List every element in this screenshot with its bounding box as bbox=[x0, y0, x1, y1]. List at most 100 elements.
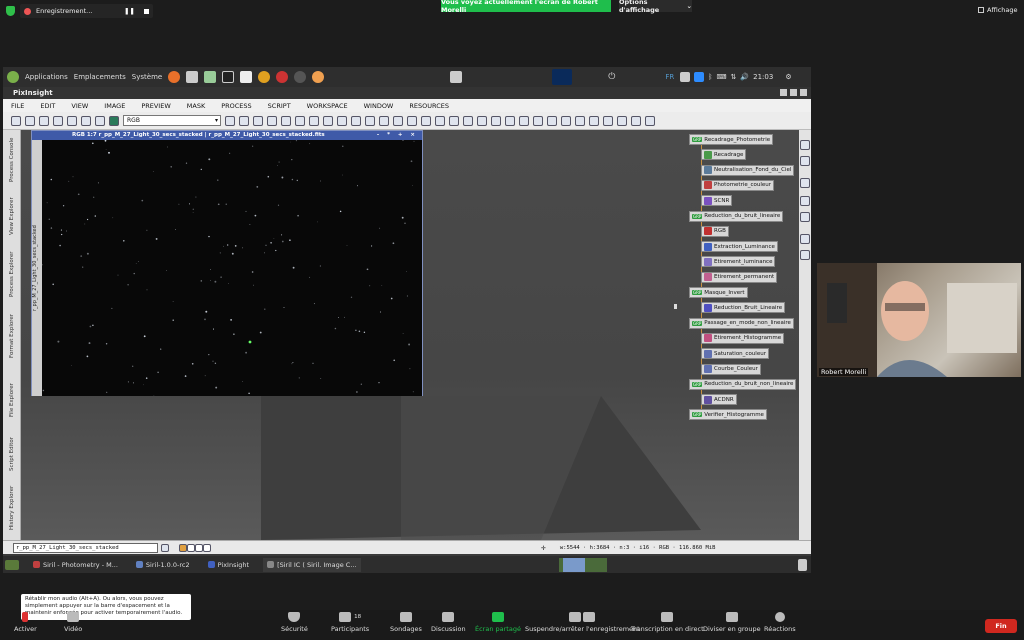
tool-icon[interactable] bbox=[575, 115, 585, 126]
tool-icon[interactable] bbox=[281, 115, 291, 126]
tool-icon[interactable] bbox=[81, 115, 91, 126]
process-icon[interactable]: Etirement_luminance bbox=[701, 256, 776, 268]
zoom-out-icon[interactable] bbox=[379, 115, 389, 126]
tool-icon[interactable] bbox=[533, 115, 543, 126]
tool-icon[interactable] bbox=[617, 115, 627, 126]
undo-icon[interactable] bbox=[11, 115, 21, 126]
volume-icon[interactable]: 🔊 bbox=[740, 73, 749, 81]
process-icon[interactable]: Reduction_Bruit_Lineaire bbox=[701, 302, 786, 314]
expand-icon[interactable] bbox=[253, 115, 263, 126]
terminal-icon[interactable] bbox=[222, 71, 235, 83]
process-icon[interactable]: Saturation_couleur bbox=[701, 348, 769, 360]
unmute-button[interactable]: Activer bbox=[14, 612, 37, 633]
tab-process-console[interactable]: Process Console bbox=[5, 134, 19, 186]
move-icon[interactable] bbox=[225, 115, 235, 126]
show-desktop-icon[interactable] bbox=[5, 559, 19, 570]
firefox-icon[interactable] bbox=[168, 71, 181, 83]
view-tool-icon[interactable] bbox=[179, 543, 187, 552]
tool-icon[interactable] bbox=[449, 115, 459, 126]
tool-icon[interactable] bbox=[519, 115, 529, 126]
maximize-button[interactable] bbox=[790, 89, 797, 96]
tool-icon[interactable] bbox=[561, 115, 571, 126]
process-group-icon[interactable]: GRP Verifier_Histogramme bbox=[689, 409, 767, 421]
tab-script-editor[interactable]: Script Editor bbox=[5, 432, 19, 476]
tool-icon[interactable] bbox=[505, 115, 515, 126]
process-icon[interactable]: Extraction_Luminance bbox=[701, 241, 778, 253]
system-menu[interactable]: Système bbox=[132, 73, 162, 81]
menu-workspace[interactable]: WORKSPACE bbox=[299, 102, 356, 110]
monitor-icon[interactable] bbox=[800, 140, 810, 150]
process-group-icon[interactable]: GRP Masque_Invert bbox=[689, 287, 748, 298]
tool-icon[interactable] bbox=[407, 115, 417, 126]
workspace-item[interactable] bbox=[562, 557, 585, 572]
zoom-out-icon[interactable] bbox=[337, 115, 347, 126]
transcription-button[interactable]: Transcription en direct bbox=[631, 612, 704, 633]
redo-icon[interactable] bbox=[25, 115, 35, 126]
camera-icon[interactable] bbox=[186, 71, 199, 83]
tool-icon[interactable] bbox=[603, 115, 613, 126]
calc-icon[interactable] bbox=[204, 71, 217, 83]
tool-icon[interactable] bbox=[463, 115, 473, 126]
polls-button[interactable]: Sondages bbox=[390, 612, 422, 633]
share-screen-button[interactable]: Écran partagé bbox=[475, 612, 521, 633]
app-moon-icon[interactable] bbox=[312, 71, 325, 83]
view-tool-icon[interactable] bbox=[187, 543, 195, 552]
tool-icon[interactable] bbox=[95, 115, 105, 126]
participants-button[interactable]: 18 Participants bbox=[331, 612, 369, 633]
minimize-button[interactable] bbox=[780, 89, 787, 96]
power-icon[interactable]: ⏻ bbox=[608, 72, 615, 82]
image-window-titlebar[interactable]: RGB 1:7 r_pp_M_27_Light_30_secs_stacked … bbox=[32, 131, 422, 140]
tab-view-explorer[interactable]: View Explorer bbox=[5, 190, 19, 242]
stop-recording-icon[interactable] bbox=[144, 8, 149, 14]
clock[interactable]: 21:03 bbox=[753, 73, 773, 81]
tool-icon[interactable] bbox=[53, 115, 63, 126]
tool-icon[interactable] bbox=[491, 115, 501, 126]
places-menu[interactable]: Emplacements bbox=[74, 73, 126, 81]
app-red-icon[interactable] bbox=[276, 71, 289, 83]
display-button[interactable]: Affichage bbox=[978, 4, 1020, 16]
dock-icon[interactable] bbox=[800, 212, 810, 222]
menu-edit[interactable]: EDIT bbox=[32, 102, 63, 110]
workspace-switcher[interactable] bbox=[558, 557, 607, 572]
recording-indicator[interactable]: Enregistrement... ❚❚ bbox=[20, 4, 153, 18]
menu-preview[interactable]: PREVIEW bbox=[133, 102, 178, 110]
zoom-tray-icon[interactable] bbox=[694, 72, 705, 82]
fit-icon[interactable] bbox=[239, 115, 249, 126]
pause-recording-icon[interactable]: ❚❚ bbox=[124, 7, 135, 15]
view-selector[interactable]: r_pp_M_27_Light_30_secs_stacked bbox=[13, 542, 158, 553]
tool-icon[interactable] bbox=[547, 115, 557, 126]
view-tool-icon[interactable] bbox=[203, 543, 211, 552]
taskbar-item-siril[interactable]: Siril-1.0.0-rc2 bbox=[132, 558, 194, 572]
monitor-icon[interactable] bbox=[800, 156, 810, 166]
tool-icon[interactable] bbox=[67, 115, 77, 126]
pan-icon[interactable] bbox=[267, 115, 277, 126]
zoom-in-icon[interactable] bbox=[365, 115, 375, 126]
zoom-icon[interactable] bbox=[393, 115, 403, 126]
breakout-rooms-button[interactable]: Diviser en groupe bbox=[703, 612, 761, 633]
dock-icon[interactable] bbox=[800, 234, 810, 244]
pause-stop-recording-button[interactable]: Suspendre/arrêter l'enregistrement bbox=[525, 612, 640, 633]
process-icon[interactable]: Etirement_permanent bbox=[701, 271, 778, 283]
process-icon[interactable]: ACDNR bbox=[701, 394, 737, 406]
taskbar-item-siril-photometry[interactable]: Siril - Photometry - M... bbox=[29, 558, 122, 572]
menu-image[interactable]: IMAGE bbox=[96, 102, 133, 110]
switch-icon[interactable] bbox=[450, 71, 463, 83]
tab-format-explorer[interactable]: Format Explorer bbox=[5, 308, 19, 364]
keyboard-icon[interactable]: ⌨ bbox=[716, 73, 726, 81]
participant-video[interactable]: Robert Morelli bbox=[817, 263, 1021, 377]
dock-icon[interactable] bbox=[800, 178, 810, 188]
tool-icon[interactable] bbox=[589, 115, 599, 126]
process-icon[interactable]: RGB bbox=[701, 225, 729, 237]
tab-file-explorer[interactable]: File Explorer bbox=[5, 376, 19, 424]
settings-gear-icon[interactable]: ⚙ bbox=[785, 73, 791, 81]
app-orange-icon[interactable] bbox=[258, 71, 271, 83]
text-editor-icon[interactable] bbox=[240, 71, 253, 83]
channel-color-icon[interactable] bbox=[109, 115, 119, 126]
menu-mask[interactable]: MASK bbox=[179, 102, 213, 110]
menu-process[interactable]: PROCESS bbox=[213, 102, 259, 110]
process-icon[interactable]: SCNR bbox=[701, 195, 733, 207]
crosshair-icon[interactable]: ✛ bbox=[541, 543, 546, 552]
process-icon[interactable]: Recadrage bbox=[701, 149, 747, 161]
applications-menu[interactable]: Applications bbox=[25, 73, 68, 81]
zoom-in-icon[interactable] bbox=[323, 115, 333, 126]
